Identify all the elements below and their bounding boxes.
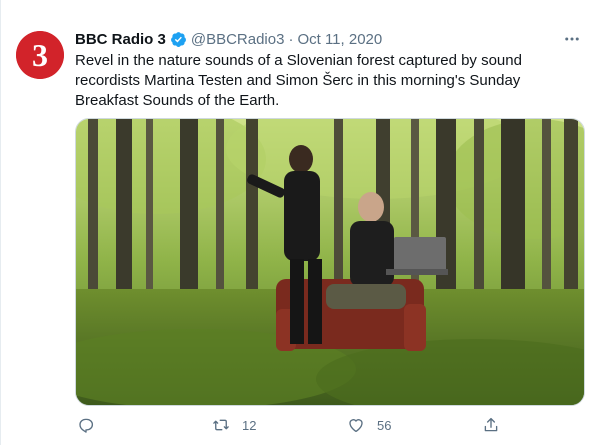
- share-button[interactable]: [482, 416, 512, 434]
- retweet-button[interactable]: 12: [212, 416, 256, 434]
- handle[interactable]: @BBCRadio3: [191, 31, 285, 48]
- display-name[interactable]: BBC Radio 3: [75, 31, 166, 48]
- like-count: 56: [377, 417, 392, 433]
- retweet-count: 12: [242, 417, 257, 433]
- separator: ·: [288, 30, 294, 48]
- reply-button[interactable]: [77, 416, 107, 434]
- retweet-icon: [213, 419, 229, 431]
- share-icon: [484, 417, 498, 432]
- tweet-date[interactable]: Oct 11, 2020: [297, 31, 382, 48]
- tweet-header: BBC Radio 3 @BBCRadio3 · Oct 11, 2020: [75, 29, 382, 49]
- tweet-text: Revel in the nature sounds of a Slovenia…: [75, 52, 522, 109]
- tweet-card[interactable]: 3 BBC Radio 3 @BBCRadio3 · Oct 11, 2020 …: [0, 0, 599, 445]
- more-icon[interactable]: [563, 30, 581, 48]
- reply-icon: [79, 418, 94, 433]
- like-button[interactable]: 56: [347, 416, 391, 434]
- tweet-photo[interactable]: [75, 118, 585, 406]
- heart-icon: [349, 419, 363, 433]
- avatar[interactable]: 3: [16, 31, 64, 79]
- bbc-radio3-logo: 3: [16, 31, 64, 79]
- action-bar: 12 56: [75, 413, 585, 437]
- avatar-logo-text: 3: [32, 37, 48, 73]
- verified-badge-icon: [170, 31, 187, 48]
